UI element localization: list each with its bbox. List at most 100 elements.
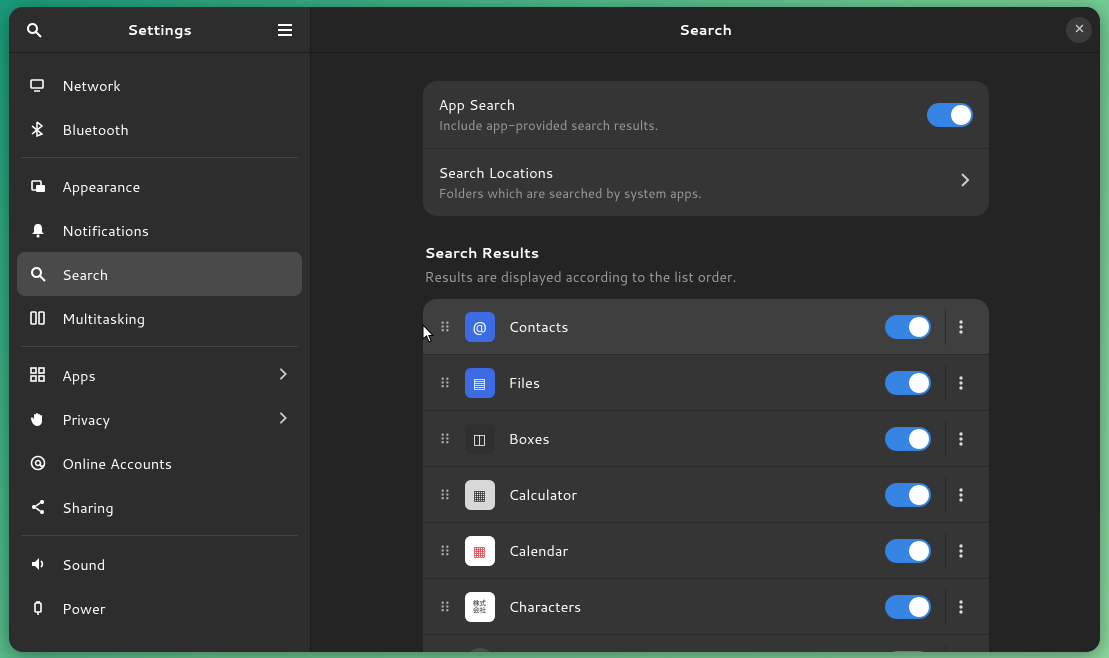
sidebar-item-label: Online Accounts [62, 453, 172, 474]
sidebar-search-button[interactable] [17, 13, 51, 47]
search-settings-group: App Search Include app-provided search r… [423, 81, 989, 216]
sidebar-menu-button[interactable] [268, 13, 302, 47]
characters-toggle[interactable] [885, 595, 931, 619]
sidebar-item-online-accounts[interactable]: Online Accounts [17, 441, 302, 485]
sidebar-item-network[interactable]: Network [17, 63, 302, 107]
drag-handle-icon[interactable] [437, 487, 455, 502]
sidebar-item-power[interactable]: Power [17, 586, 302, 630]
app-name-label: Calculator [509, 484, 885, 505]
main-body: App Search Include app-provided search r… [311, 53, 1100, 652]
main-panel: Search App Search Include app-provided s… [311, 7, 1100, 652]
sidebar-item-multitasking[interactable]: Multitasking [17, 296, 302, 340]
sidebar-item-notifications[interactable]: Notifications [17, 208, 302, 252]
close-icon [1074, 21, 1085, 39]
search-results-list: @ Contacts ▤ Files ◫ Boxes ▦ Calculator ▦Calenda… [423, 299, 989, 652]
calculator-toggle[interactable] [885, 483, 931, 507]
boxes-toggle[interactable] [885, 427, 931, 451]
sidebar-item-label: Privacy [62, 409, 110, 430]
content: App Search Include app-provided search r… [423, 81, 989, 624]
search-result-calendar[interactable]: ▦Calendar [423, 523, 989, 579]
files-app-icon: ▤ [465, 368, 495, 398]
bluetooth-icon [29, 120, 47, 138]
app-search-toggle[interactable] [927, 103, 973, 127]
appearance-icon [29, 177, 47, 195]
boxes-app-icon: ◫ [465, 424, 495, 454]
sound-icon [29, 555, 47, 573]
calendar-menu-button[interactable] [945, 533, 977, 569]
hamburger-icon [276, 21, 294, 39]
chevron-right-icon [957, 171, 973, 194]
drag-handle-icon[interactable] [437, 599, 455, 614]
clocks-menu-button[interactable] [945, 645, 977, 652]
sidebar-title: Settings [51, 19, 268, 40]
search-result-contacts[interactable]: @ Contacts [423, 299, 989, 355]
app-search-row[interactable]: App Search Include app-provided search r… [423, 81, 989, 149]
chevron-right-icon [276, 365, 290, 386]
search-locations-row[interactable]: Search Locations Folders which are searc… [423, 149, 989, 216]
sidebar-item-bluetooth[interactable]: Bluetooth [17, 107, 302, 151]
settings-window: Settings Network Bluetooth Appearance Notif… [9, 7, 1100, 652]
sidebar-item-label: Search [62, 264, 108, 285]
power-icon [29, 599, 47, 617]
sidebar-item-label: Bluetooth [62, 119, 129, 140]
calendar-toggle[interactable] [885, 539, 931, 563]
sidebar-item-search[interactable]: Search [17, 252, 302, 296]
calendar-app-icon: ▦ [465, 536, 495, 566]
app-name-label: Boxes [509, 428, 885, 449]
contacts-menu-button[interactable] [945, 309, 977, 345]
sidebar-item-sharing[interactable]: Sharing [17, 485, 302, 529]
sidebar-item-label: Sharing [62, 497, 114, 518]
search-result-files[interactable]: ▤ Files [423, 355, 989, 411]
main-header: Search [311, 7, 1100, 53]
app-name-label: Characters [509, 596, 885, 617]
sidebar-item-label: Notifications [62, 220, 149, 241]
drag-handle-icon[interactable] [437, 319, 455, 334]
contacts-toggle[interactable] [885, 315, 931, 339]
drag-handle-icon[interactable] [437, 431, 455, 446]
search-icon [25, 21, 43, 39]
clocks-app-icon: ◕ [465, 648, 495, 652]
sidebar-item-label: Power [62, 598, 105, 619]
app-name-label: Contacts [509, 316, 885, 337]
drag-handle-icon[interactable] [437, 375, 455, 390]
characters-app-icon: ㍿ [465, 592, 495, 622]
search-result-clocks[interactable]: ◕Clocks [423, 635, 989, 652]
search-result-characters[interactable]: ㍿ Characters [423, 579, 989, 635]
nav-separator [21, 535, 298, 536]
contacts-app-icon: @ [465, 312, 495, 342]
search-results-subheading: Results are displayed according to the l… [423, 267, 989, 287]
nav-separator [21, 157, 298, 158]
privacy-icon [29, 410, 47, 428]
sidebar-nav: Network Bluetooth Appearance Notifications S… [9, 53, 310, 652]
close-button[interactable] [1066, 17, 1092, 43]
sidebar-item-sound[interactable]: Sound [17, 542, 302, 586]
search-result-boxes[interactable]: ◫ Boxes [423, 411, 989, 467]
sidebar-item-apps[interactable]: Apps [17, 353, 302, 397]
boxes-menu-button[interactable] [945, 421, 977, 457]
calculator-app-icon: ▦ [465, 480, 495, 510]
characters-menu-button[interactable] [945, 589, 977, 625]
sidebar-header: Settings [9, 7, 310, 53]
search-locations-subtitle: Folders which are searched by system app… [439, 185, 949, 203]
calculator-menu-button[interactable] [945, 477, 977, 513]
apps-icon [29, 366, 47, 384]
sidebar-item-label: Apps [62, 365, 96, 386]
clocks-toggle[interactable] [885, 651, 931, 652]
sidebar-item-appearance[interactable]: Appearance [17, 164, 302, 208]
app-search-title: App Search [439, 94, 927, 115]
sidebar-item-privacy[interactable]: Privacy [17, 397, 302, 441]
search-result-calculator[interactable]: ▦ Calculator [423, 467, 989, 523]
search-locations-title: Search Locations [439, 162, 949, 183]
sidebar: Settings Network Bluetooth Appearance Notif… [9, 7, 311, 652]
files-toggle[interactable] [885, 371, 931, 395]
search-results-heading: Search Results [423, 242, 989, 263]
network-icon [29, 76, 47, 94]
files-menu-button[interactable] [945, 365, 977, 401]
drag-handle-icon[interactable] [437, 543, 455, 558]
sharing-icon [29, 498, 47, 516]
chevron-right-icon [276, 409, 290, 430]
search-icon [29, 265, 47, 283]
sidebar-item-label: Appearance [62, 176, 140, 197]
app-name-label: Files [509, 372, 885, 393]
notifications-icon [29, 221, 47, 239]
